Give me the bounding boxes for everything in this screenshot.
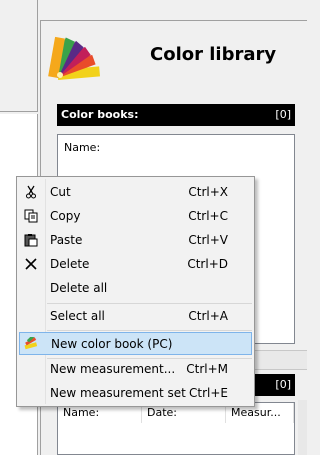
menu-item-label: New color book (PC)	[51, 337, 173, 351]
menu-item-label: Copy	[50, 209, 81, 223]
panel-top-border	[40, 20, 307, 21]
menu-item-cut[interactable]: Cut Ctrl+X	[19, 181, 252, 204]
menu-separator	[47, 303, 252, 304]
menu-item-shortcut: Ctrl+X	[188, 185, 228, 199]
menu-item-shortcut: Ctrl+M	[186, 362, 228, 376]
color-book-icon	[23, 336, 41, 352]
menu-item-label: New measurement set	[50, 386, 186, 400]
menu-item-label: Paste	[50, 233, 83, 247]
menu-item-shortcut: Ctrl+E	[189, 386, 228, 400]
menu-item-shortcut: Ctrl+V	[188, 233, 228, 247]
menu-item-delete[interactable]: Delete Ctrl+D	[19, 253, 252, 276]
menu-item-paste[interactable]: Paste Ctrl+V	[19, 229, 252, 252]
measurements-scrollbar[interactable]	[298, 400, 307, 455]
color-books-name-column[interactable]: Name:	[64, 141, 100, 154]
menu-item-label: Select all	[50, 309, 105, 323]
menu-item-copy[interactable]: Copy Ctrl+C	[19, 205, 252, 228]
menu-separator	[47, 330, 252, 331]
color-books-label: Color books:	[61, 108, 139, 121]
library-title: Color library	[150, 44, 277, 65]
color-library-logo-icon	[48, 36, 101, 80]
menu-item-shortcut: Ctrl+D	[187, 257, 228, 271]
menu-item-new-measurement-set[interactable]: New measurement set Ctrl+E	[19, 382, 252, 405]
menu-item-new-color-book[interactable]: New color book (PC)	[19, 332, 252, 355]
left-toolbar-area	[0, 0, 38, 112]
measurements-count: [0]	[275, 378, 291, 391]
color-books-count: [0]	[275, 108, 291, 121]
copy-icon	[22, 208, 40, 224]
menu-item-select-all[interactable]: Select all Ctrl+A	[19, 305, 252, 328]
menu-item-label: New measurement...	[50, 362, 176, 376]
color-books-header: Color books: [0]	[57, 104, 295, 126]
menu-item-shortcut: Ctrl+A	[188, 309, 228, 323]
paste-icon	[22, 232, 40, 248]
menu-item-delete-all[interactable]: Delete all	[19, 277, 252, 300]
context-menu: Cut Ctrl+X Copy Ctrl+C Paste Ctrl+V Dele…	[16, 176, 255, 407]
menu-item-label: Delete	[50, 257, 90, 271]
measurements-list[interactable]: Name: Date: Measur...	[57, 402, 295, 455]
menu-item-label: Cut	[50, 185, 71, 199]
delete-x-icon	[22, 256, 40, 272]
menu-item-label: Delete all	[50, 281, 108, 295]
menu-item-shortcut: Ctrl+C	[188, 209, 228, 223]
scissors-icon	[22, 184, 40, 200]
menu-item-new-measurement[interactable]: New measurement... Ctrl+M	[19, 358, 252, 381]
